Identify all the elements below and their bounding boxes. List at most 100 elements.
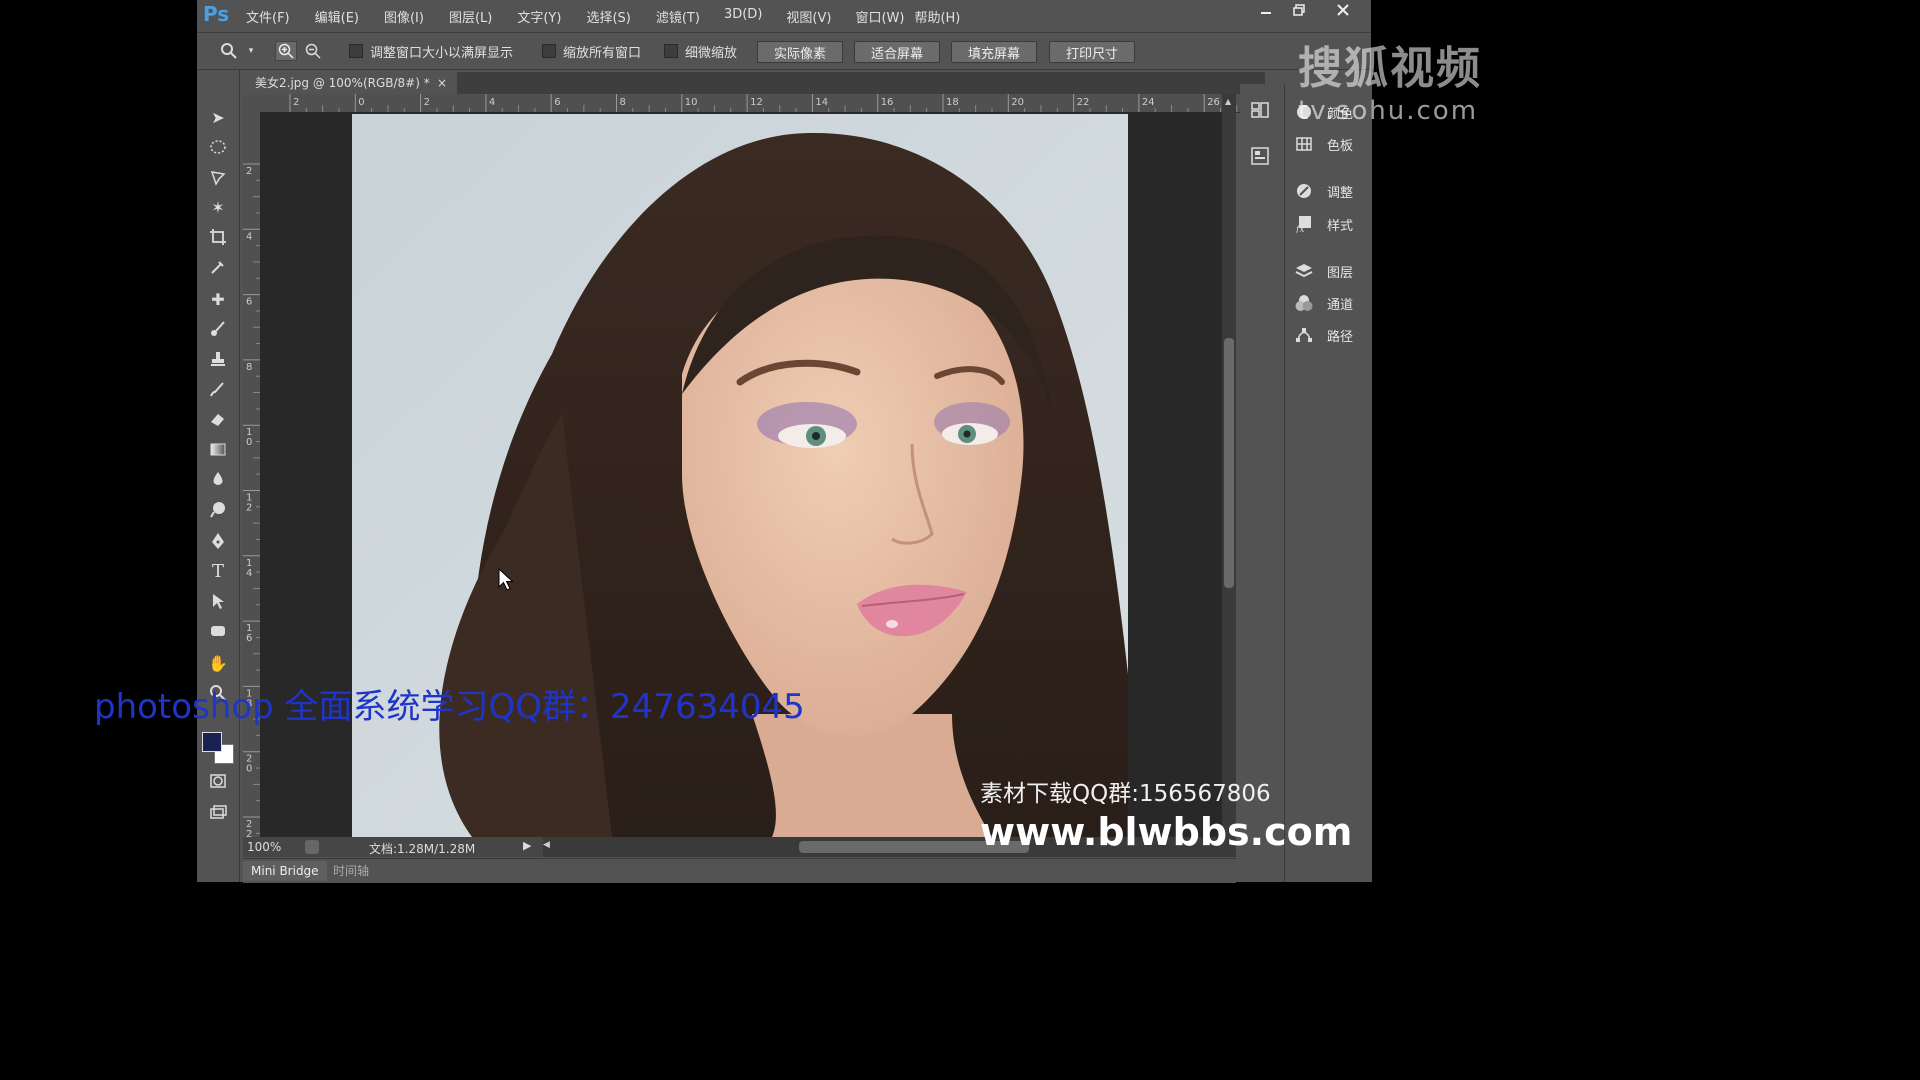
close-tab-icon[interactable]: × <box>437 72 447 94</box>
collapsed-panel-dock <box>1240 84 1280 184</box>
horizontal-ruler[interactable]: 2 0 2 4 6 8 10 12 14 16 18 20 22 24 26 <box>260 94 1265 113</box>
blur-tool[interactable] <box>206 467 230 491</box>
menu-file[interactable]: 文件(F) <box>243 6 293 27</box>
quick-mask-icon <box>210 774 226 788</box>
document-tab[interactable]: 美女2.jpg @ 100%(RGB/8#) * × <box>243 72 457 94</box>
menu-window[interactable]: 窗口(W) <box>852 6 907 27</box>
ruler-tick-label: 6 <box>246 633 252 644</box>
menu-image[interactable]: 图像(I) <box>381 6 427 27</box>
tools-panel: ➤ ✶ ✚ T ✋ <box>197 70 240 882</box>
panel-swatches[interactable]: 色板 <box>1293 132 1353 156</box>
menu-type[interactable]: 文字(Y) <box>514 6 564 27</box>
document-canvas[interactable] <box>260 112 1222 837</box>
history-panel-button[interactable] <box>1250 100 1270 120</box>
resize-windows-checkbox[interactable] <box>349 44 363 58</box>
menu-view[interactable]: 视图(V) <box>783 6 834 27</box>
panel-channels[interactable]: 通道 <box>1293 291 1353 315</box>
hand-tool[interactable]: ✋ <box>206 651 230 675</box>
sohu-video-watermark: 搜狐视频 <box>1298 43 1482 94</box>
zoom-out-button[interactable] <box>303 41 323 61</box>
panel-layers[interactable]: 图层 <box>1293 259 1353 283</box>
options-bar: ▾ 调整窗口大小以满屏显示 缩放所有窗口 细微缩放 实际像素 适合屏幕 填充屏幕… <box>197 32 1371 70</box>
vertical-scroll-thumb[interactable] <box>1224 338 1234 588</box>
rectangle-tool[interactable] <box>206 619 230 643</box>
brush-icon <box>211 321 225 336</box>
zoom-in-button[interactable] <box>275 41 297 61</box>
close-button[interactable] <box>1323 0 1363 20</box>
fill-screen-button[interactable]: 填充屏幕 <box>951 41 1037 63</box>
healing-brush-tool[interactable]: ✚ <box>206 287 230 311</box>
ruler-tick-label: 12 <box>750 97 763 108</box>
eyedropper-tool[interactable] <box>206 255 230 279</box>
screen-mode-button[interactable] <box>206 801 230 825</box>
print-size-button[interactable]: 打印尺寸 <box>1049 41 1135 63</box>
ruler-tick-label: 26 <box>1207 97 1220 108</box>
properties-panel-button[interactable] <box>1250 146 1270 166</box>
path-selection-tool[interactable] <box>206 589 230 613</box>
foreground-color-swatch[interactable] <box>202 732 222 752</box>
eyedropper-icon <box>211 261 224 274</box>
minimize-button[interactable] <box>1249 0 1283 20</box>
menu-3d[interactable]: 3D(D) <box>721 6 765 27</box>
zoom-icon <box>221 43 237 59</box>
menu-help[interactable]: 帮助(H) <box>911 6 963 27</box>
history-brush-tool[interactable] <box>206 377 230 401</box>
chevron-down-icon[interactable]: ▾ <box>245 41 257 61</box>
pen-tool[interactable] <box>206 529 230 553</box>
marquee-tool[interactable] <box>206 135 230 159</box>
magic-wand-tool[interactable]: ✶ <box>206 195 230 219</box>
portrait-photo[interactable] <box>352 114 1128 837</box>
ruler-tick-label: 0 <box>246 764 252 775</box>
tab-timeline[interactable]: 时间轴 <box>325 861 377 881</box>
ruler-tick-label: 2 <box>293 97 299 108</box>
panel-paths[interactable]: 路径 <box>1293 323 1353 347</box>
actual-pixels-button[interactable]: 实际像素 <box>757 41 843 63</box>
dodge-tool[interactable] <box>206 497 230 521</box>
ruler-tick-label: 10 <box>685 97 698 108</box>
pen-icon <box>212 533 224 549</box>
fit-screen-button[interactable]: 适合屏幕 <box>854 41 940 63</box>
lasso-icon <box>210 171 226 186</box>
crop-tool[interactable] <box>206 225 230 249</box>
zoom-level[interactable]: 100% <box>247 840 281 854</box>
share-icon[interactable] <box>305 840 319 854</box>
lasso-tool[interactable] <box>206 165 230 189</box>
brush-tool[interactable] <box>206 317 230 341</box>
ps-logo: Ps <box>203 2 230 26</box>
type-tool[interactable]: T <box>206 559 230 583</box>
ruler-tick-label: 24 <box>1142 97 1155 108</box>
panel-adjustments[interactable]: 调整 <box>1293 179 1353 203</box>
ruler-origin[interactable] <box>243 94 260 112</box>
menu-edit[interactable]: 编辑(E) <box>312 6 362 27</box>
clone-stamp-tool[interactable] <box>206 347 230 371</box>
ruler-tick-label: 0 <box>358 97 364 108</box>
scroll-left-icon[interactable]: ◀ <box>543 840 550 850</box>
tab-mini-bridge[interactable]: Mini Bridge <box>243 861 327 881</box>
menu-filter[interactable]: 滤镜(T) <box>653 6 703 27</box>
ruler-tick-label: 14 <box>815 97 828 108</box>
zoom-tool-preset-button[interactable] <box>219 41 239 61</box>
menu-select[interactable]: 选择(S) <box>583 6 633 27</box>
channels-icon <box>1293 292 1315 314</box>
move-tool[interactable]: ➤ <box>206 105 230 129</box>
scroll-up-icon[interactable]: ▲ <box>1225 97 1231 106</box>
dodge-icon <box>210 502 225 518</box>
blur-drop-icon <box>213 472 223 485</box>
restore-button[interactable] <box>1282 0 1316 20</box>
document-tab-title: 美女2.jpg @ 100%(RGB/8#) * <box>255 76 430 90</box>
eraser-tool[interactable] <box>206 407 230 431</box>
scrubby-zoom-checkbox[interactable] <box>664 44 678 58</box>
gradient-tool[interactable] <box>206 437 230 461</box>
history-brush-icon <box>210 382 224 397</box>
quick-mask-button[interactable] <box>206 769 230 793</box>
status-menu-arrow-icon[interactable]: ▶ <box>523 839 531 852</box>
magic-wand-icon: ✶ <box>211 197 225 217</box>
rounded-rectangle-icon <box>211 626 225 636</box>
zoom-all-windows-checkbox[interactable] <box>542 44 556 58</box>
panel-styles[interactable]: fx 样式 <box>1293 212 1353 236</box>
properties-icon <box>1251 147 1269 165</box>
ruler-tick-label: 20 <box>1011 97 1024 108</box>
menu-layer[interactable]: 图层(L) <box>446 6 495 27</box>
vertical-ruler[interactable]: 246810121416182022 <box>243 112 261 837</box>
vertical-scrollbar[interactable]: ▲ <box>1222 94 1236 837</box>
